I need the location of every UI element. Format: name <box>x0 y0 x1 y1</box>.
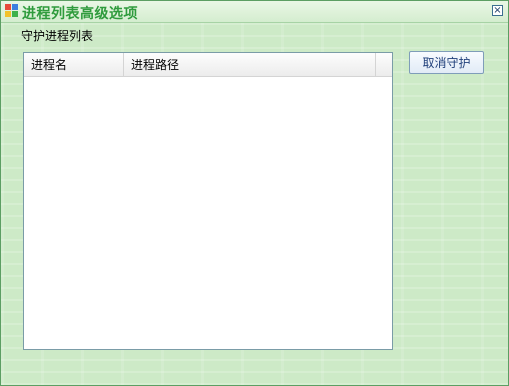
column-header-process-path[interactable]: 进程路径 <box>124 53 376 76</box>
window-title: 进程列表高级选项 <box>22 6 138 22</box>
title-bar[interactable]: 进程列表高级选项 × <box>1 1 508 23</box>
cancel-guard-button[interactable]: 取消守护 <box>409 51 484 74</box>
guard-process-list-label: 守护进程列表 <box>21 29 94 43</box>
list-header: 进程名 进程路径 <box>24 53 392 77</box>
app-icon <box>5 4 19 18</box>
column-header-process-name[interactable]: 进程名 <box>24 53 124 76</box>
column-header-filler <box>376 53 392 76</box>
guard-process-list[interactable]: 进程名 进程路径 <box>23 52 393 350</box>
close-icon[interactable]: × <box>492 5 503 16</box>
dialog-window: 进程列表高级选项 × 守护进程列表 进程名 进程路径 取消守护 <box>0 0 509 386</box>
